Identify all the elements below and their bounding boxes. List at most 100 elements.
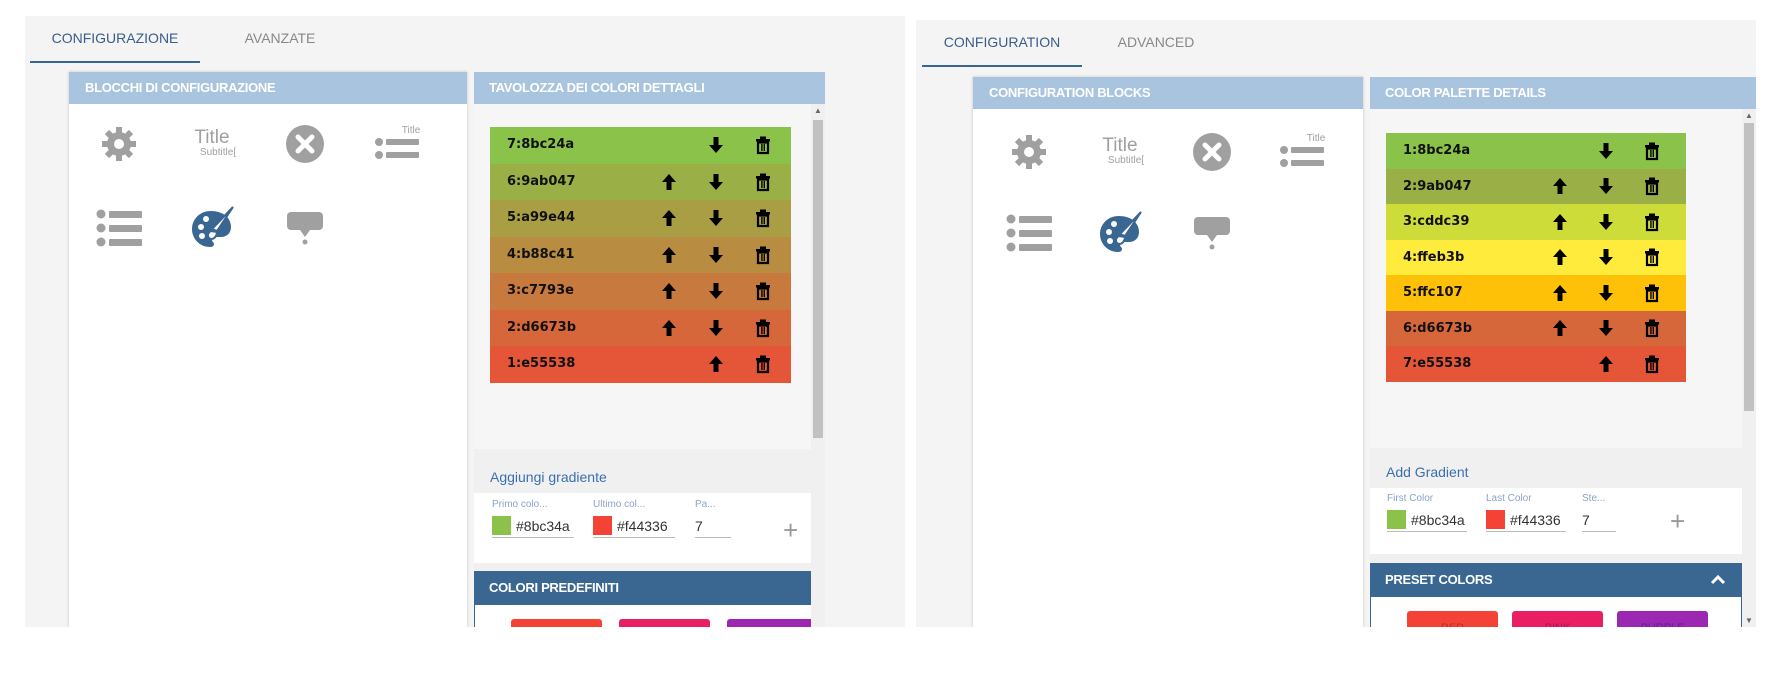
steps-label: Ste... [1582,493,1606,504]
move-down-icon[interactable] [1596,212,1616,232]
title-subtitle-icon[interactable]: Title Subtitle[ [182,114,242,174]
move-down-icon[interactable] [706,318,726,338]
first-color-value: #8bc34a [516,517,570,534]
add-gradient-link[interactable]: Aggiungi gradiente [490,469,607,485]
scrollbar[interactable]: ▲ ▼ [1742,109,1756,627]
preset-colors-header[interactable]: COLORI PREDEFINITI [474,571,825,604]
move-down-icon[interactable] [706,245,726,265]
move-down-icon[interactable] [706,208,726,228]
move-up-icon[interactable] [659,281,679,301]
move-down-icon[interactable] [706,172,726,192]
preset-red-button[interactable]: RED [1407,611,1498,627]
first-color-field[interactable]: Primo colo... #8bc34a [492,499,574,538]
preset-colors-body: RED PINK PURPLE [1370,596,1742,627]
subtitle-text: Subtitle[ [199,147,237,158]
move-down-icon[interactable] [1596,141,1616,161]
steps-value: 7 [1582,511,1590,528]
delete-icon[interactable] [753,354,773,374]
palette-brush-icon[interactable] [1090,203,1150,263]
subtitle-text: Subtitle[ [1107,155,1145,166]
tab-bar: CONFIGURATION ADVANCED [916,20,1756,69]
color-label: 3:cddc39 [1403,214,1470,229]
palette-details-panel: TAVOLOZZA DEI COLORI DETTAGLI 7:8bc24a 6:… [474,72,825,627]
move-down-icon[interactable] [1596,283,1616,303]
delete-icon[interactable] [1642,283,1662,303]
tab-advanced[interactable]: AVANZATE [225,16,335,63]
first-color-field[interactable]: First Color #8bc34a [1387,493,1467,532]
last-color-swatch[interactable] [1486,510,1505,529]
tooltip-icon[interactable] [275,198,335,258]
delete-icon[interactable] [1642,354,1662,374]
scroll-down-icon[interactable]: ▼ [1745,616,1753,625]
add-gradient-link[interactable]: Add Gradient [1386,464,1469,480]
gear-icon[interactable] [999,122,1059,182]
tab-configuration[interactable]: CONFIGURAZIONE [30,16,200,63]
move-up-icon[interactable] [1550,212,1570,232]
move-down-icon[interactable] [706,281,726,301]
move-up-icon[interactable] [659,208,679,228]
tab-configuration[interactable]: CONFIGURATION [922,20,1082,67]
first-color-swatch[interactable] [492,516,511,535]
delete-icon[interactable] [753,208,773,228]
move-down-icon[interactable] [1596,176,1616,196]
steps-field[interactable]: Ste... 7 [1582,493,1616,532]
move-up-icon[interactable] [1550,318,1570,338]
delete-icon[interactable] [1642,141,1662,161]
preset-purple-button[interactable]: PURPLE [1617,611,1708,627]
steps-value: 7 [695,517,703,534]
titled-list-icon[interactable]: Title [1272,122,1332,182]
color-row: 5:ffc107 [1386,275,1686,311]
move-up-icon[interactable] [659,245,679,265]
close-circle-icon[interactable] [275,114,335,174]
tooltip-icon[interactable] [1182,203,1242,263]
gear-icon[interactable] [89,114,149,174]
titled-list-icon[interactable]: Title [367,114,427,174]
add-icon[interactable]: + [783,515,798,546]
scroll-up-icon[interactable]: ▲ [1745,111,1753,120]
title-subtitle-icon[interactable]: Title Subtitle[ [1090,122,1150,182]
tab-advanced[interactable]: ADVANCED [1101,20,1211,67]
delete-icon[interactable] [1642,212,1662,232]
first-color-swatch[interactable] [1387,510,1406,529]
move-down-icon[interactable] [706,135,726,155]
move-up-icon[interactable] [706,354,726,374]
move-up-icon[interactable] [1550,283,1570,303]
move-up-icon[interactable] [1550,247,1570,267]
last-color-swatch[interactable] [593,516,612,535]
blocks-panel-header: BLOCCHI DI CONFIGURAZIONE [69,72,467,104]
palette-brush-icon[interactable] [182,198,242,258]
move-down-icon[interactable] [1596,318,1616,338]
list-icon[interactable] [999,203,1059,263]
preset-purple-button[interactable] [727,619,818,627]
move-up-icon[interactable] [659,172,679,192]
close-circle-icon[interactable] [1182,122,1242,182]
move-down-icon[interactable] [1596,247,1616,267]
move-up-icon[interactable] [659,318,679,338]
scroll-up-icon[interactable]: ▲ [814,106,822,115]
preset-red-button[interactable] [511,619,602,627]
preset-pink-button[interactable] [619,619,710,627]
blocks-panel: BLOCCHI DI CONFIGURAZIONE Title Subtitle… [69,72,467,627]
scrollbar[interactable]: ▲ [811,104,825,627]
delete-icon[interactable] [753,318,773,338]
delete-icon[interactable] [1642,318,1662,338]
delete-icon[interactable] [753,245,773,265]
steps-field[interactable]: Pa... 7 [695,499,731,538]
delete-icon[interactable] [753,281,773,301]
move-up-icon[interactable] [1596,354,1616,374]
preset-pink-button[interactable]: PINK [1512,611,1603,627]
add-icon[interactable]: + [1670,506,1685,537]
preset-colors-header[interactable]: PRESET COLORS [1370,563,1742,596]
scroll-thumb[interactable] [1744,123,1754,411]
delete-icon[interactable] [1642,247,1662,267]
delete-icon[interactable] [1642,176,1662,196]
preset-colors-title: COLORI PREDEFINITI [489,580,619,595]
scroll-thumb[interactable] [813,120,823,438]
delete-icon[interactable] [753,172,773,192]
steps-label: Pa... [695,499,716,510]
last-color-field[interactable]: Ultimo col... #f44336 [593,499,675,538]
list-icon[interactable] [89,198,149,258]
delete-icon[interactable] [753,135,773,155]
last-color-field[interactable]: Last Color #f44336 [1486,493,1566,532]
move-up-icon[interactable] [1550,176,1570,196]
